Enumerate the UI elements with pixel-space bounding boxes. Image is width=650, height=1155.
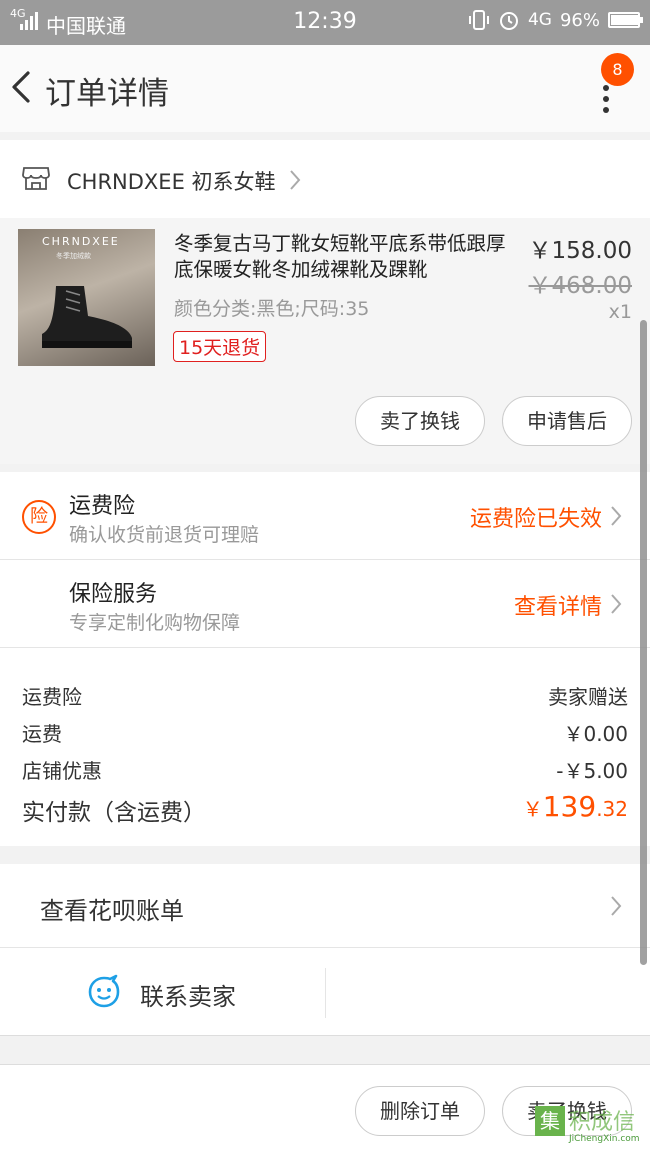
shop-name: CHRNDXEE 初系女鞋 — [67, 170, 276, 194]
insurance-service-row[interactable]: 保险服务 专享定制化购物保障 查看详情 — [0, 560, 650, 648]
huabei-bill-row[interactable]: 查看花呗账单 — [0, 864, 650, 948]
product-image[interactable]: CHRNDXEE 冬季加绒款 — [18, 229, 155, 366]
battery-percent: 96% — [559, 9, 600, 31]
total-label: 实付款（含运费） — [22, 800, 206, 826]
watermark-text: 积成信 — [569, 1110, 636, 1135]
battery-icon — [608, 12, 643, 28]
chevron-right-icon — [290, 170, 301, 190]
order-summary: 运费险 卖家赠送 运费 ￥0.00 店铺优惠 -￥5.00 实付款（含运费） ￥… — [0, 648, 650, 846]
shipping-insurance-subtitle: 确认收货前退货可理赔 — [69, 524, 260, 546]
summary-row: 运费险 卖家赠送 — [22, 681, 628, 710]
contact-bar: 联系卖家 — [0, 948, 650, 1036]
alarm-icon — [499, 12, 518, 30]
total-currency: ￥ — [522, 797, 543, 821]
total-integer: 139 — [542, 790, 597, 823]
insurance-icon: 险 — [22, 500, 56, 534]
status-bar: 4G 中国联通 12:39 4G 96% — [0, 0, 650, 45]
after-sales-button[interactable]: 申请售后 — [502, 396, 632, 446]
summary-label: 店铺优惠 — [22, 759, 102, 783]
chevron-right-icon — [611, 594, 622, 614]
divider — [325, 968, 326, 1018]
product-variant: 颜色分类:黑色;尺码:35 — [174, 298, 370, 320]
product-quantity: x1 — [608, 301, 632, 323]
watermark-icon: 集 — [535, 1106, 565, 1136]
network-type: 4G — [527, 10, 552, 30]
delete-order-button[interactable]: 删除订单 — [355, 1086, 485, 1136]
notification-badge: 8 — [601, 53, 634, 86]
return-policy-tag: 15天退货 — [173, 331, 267, 362]
huabei-bill-label: 查看花呗账单 — [40, 897, 184, 925]
scrollbar[interactable] — [640, 320, 647, 965]
shipping-insurance-row[interactable]: 险 运费险 确认收货前退货可理赔 运费险已失效 — [0, 472, 650, 560]
insurance-service-subtitle: 专享定制化购物保障 — [69, 612, 241, 634]
summary-value: 卖家赠送 — [548, 685, 628, 709]
contact-seller-button[interactable]: 联系卖家 — [140, 977, 236, 1012]
summary-row: 运费 ￥0.00 — [22, 718, 628, 747]
total-amount: ￥139.32 — [523, 790, 628, 823]
resell-button[interactable]: 卖了换钱 — [355, 396, 485, 446]
thumb-brand: CHRNDXEE — [42, 235, 120, 248]
view-details-link[interactable]: 查看详情 — [514, 589, 602, 621]
product-price: ￥158.00 — [528, 238, 632, 264]
shop-header[interactable]: CHRNDXEE 初系女鞋 — [0, 140, 650, 218]
boot-illustration — [42, 286, 132, 348]
status-right: 4G 96% — [468, 9, 643, 31]
total-decimal: .32 — [596, 797, 628, 821]
watermark-logo: 集 积成信 JiChengXin.com — [535, 1098, 647, 1150]
more-menu-icon[interactable] — [596, 85, 616, 125]
insurance-service-title: 保险服务 — [69, 582, 158, 607]
watermark-url: JiChengXin.com — [569, 1134, 640, 1144]
store-icon — [22, 167, 50, 190]
original-price: ￥468.00 — [528, 273, 632, 299]
vibrate-icon — [468, 10, 489, 30]
thumb-subtitle: 冬季加绒款 — [56, 252, 91, 260]
back-arrow-icon[interactable] — [8, 67, 38, 107]
summary-label: 运费险 — [22, 685, 82, 709]
chevron-right-icon — [611, 896, 622, 916]
product-title[interactable]: 冬季复古马丁靴女短靴平底系带低跟厚底保暖女靴冬加绒裸靴及踝靴 — [174, 231, 524, 283]
summary-label: 运费 — [22, 722, 62, 746]
page-title: 订单详情 — [45, 76, 169, 112]
chat-face-icon[interactable] — [86, 974, 122, 1010]
shipping-insurance-title: 运费险 — [69, 494, 136, 519]
product-item[interactable]: CHRNDXEE 冬季加绒款 冬季复古马丁靴女短靴平底系带低跟厚底保暖女靴冬加绒… — [0, 218, 650, 464]
total-row: 实付款（含运费） ￥139.32 — [22, 790, 628, 827]
chevron-right-icon — [611, 506, 622, 526]
summary-row: 店铺优惠 -￥5.00 — [22, 755, 628, 784]
nav-bar: 订单详情 8 — [0, 45, 650, 132]
summary-value: ￥0.00 — [563, 722, 628, 746]
summary-value: -￥5.00 — [556, 759, 628, 783]
shipping-insurance-status: 运费险已失效 — [469, 507, 602, 532]
